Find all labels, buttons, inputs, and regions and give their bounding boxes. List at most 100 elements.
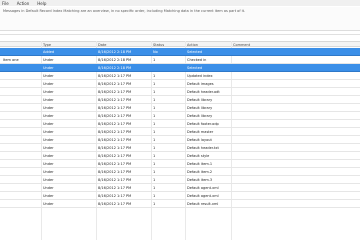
table-row[interactable]: Under 8/16/2012 1:17 PM 1 Default library xyxy=(0,112,360,120)
row-action-cell: Default result.xml xyxy=(187,202,219,206)
row-action-cell: Default item.3 xyxy=(187,178,213,182)
row-status-cell: 1 xyxy=(153,194,156,198)
row-action-cell: Default agent.xml xyxy=(187,186,219,190)
row-status-cell: 1 xyxy=(153,98,156,102)
row-date-cell: 8/16/2012 1:17 PM xyxy=(98,170,132,174)
row-status-cell: 1 xyxy=(153,186,156,190)
row-date-cell: 8/16/2012 1:17 PM xyxy=(98,154,132,158)
row-action-cell: Default style xyxy=(187,154,210,158)
row-type-cell: Under xyxy=(43,202,54,206)
row-action-cell: Default layout xyxy=(187,138,212,142)
row-action-cell: Default master xyxy=(187,130,214,134)
table-header: Type Date Status Action Comment xyxy=(0,41,360,47)
row-date-cell: 8/16/2012 1:17 PM xyxy=(98,194,132,198)
row-status-cell: 1 xyxy=(153,162,156,166)
table-row[interactable]: Under 8/16/2012 1:17 PM 1 Default item.3 xyxy=(0,176,360,184)
table-row[interactable]: Under 8/16/2012 1:17 PM 1 Default master xyxy=(0,128,360,136)
row-status-cell: 1 xyxy=(153,138,156,142)
row-action-cell: Default item.1 xyxy=(187,162,213,166)
row-type-cell: Under xyxy=(43,194,54,198)
row-type-cell: Under xyxy=(43,170,54,174)
row-date-cell: 8/16/2012 1:17 PM xyxy=(98,74,132,78)
row-name-cell: Item one xyxy=(3,58,19,62)
table-row[interactable]: Under 8/16/2012 1:17 PM 1 Default images xyxy=(0,80,360,88)
row-action-cell: Selected xyxy=(187,66,203,70)
row-type-cell: Under xyxy=(43,130,54,134)
row-type-cell: Under xyxy=(43,186,54,190)
row-date-cell: 8/16/2012 1:17 PM xyxy=(98,114,132,118)
table-row[interactable]: Under 8/16/2012 1:17 PM 1 Default footer.od… xyxy=(0,120,360,128)
table-row[interactable]: Under 8/16/2012 1:17 PM 1 Default header.tx… xyxy=(0,144,360,152)
row-action-cell: Default agent.xml xyxy=(187,194,219,198)
row-status-cell: 1 xyxy=(153,82,156,86)
column-header-date[interactable]: Date xyxy=(98,43,106,47)
row-status-cell: 1 xyxy=(153,178,156,182)
table-row[interactable]: Under 8/16/2012 1:17 PM 1 Default library xyxy=(0,104,360,112)
row-action-cell: Updated index xyxy=(187,74,213,78)
row-type-cell: Under xyxy=(43,74,54,78)
table-row[interactable]: Under 8/16/2012 2:18 PM Selected xyxy=(0,64,360,72)
row-action-cell: Default library xyxy=(187,114,213,118)
table-row[interactable]: Under 8/16/2012 1:17 PM 1 Default item.2 xyxy=(0,168,360,176)
row-type-cell: Under xyxy=(43,178,54,182)
row-status-cell: 1 xyxy=(153,58,156,62)
row-action-cell: Default item.2 xyxy=(187,170,213,174)
table-row[interactable]: Under 8/16/2012 1:17 PM 1 Default style xyxy=(0,152,360,160)
row-action-cell: Default header.odt xyxy=(187,90,220,94)
row-status-cell: 1 xyxy=(153,146,156,150)
table-row[interactable]: Under 8/16/2012 1:17 PM 1 Default agent.xml xyxy=(0,192,360,200)
row-type-cell: Under xyxy=(43,66,54,70)
row-status-cell: 1 xyxy=(153,170,156,174)
row-status-cell: 1 xyxy=(153,106,156,110)
table-row[interactable]: Added 8/16/2012 2:18 PM No Selected xyxy=(0,48,360,56)
row-date-cell: 8/16/2012 1:17 PM xyxy=(98,130,132,134)
row-action-cell: Checked in xyxy=(187,58,207,62)
info-message: Messages in Default Record Index Matchin… xyxy=(0,7,360,31)
row-type-cell: Under xyxy=(43,122,54,126)
row-type-cell: Under xyxy=(43,98,54,102)
row-date-cell: 8/16/2012 1:17 PM xyxy=(98,178,132,182)
row-status-cell: 1 xyxy=(153,202,156,206)
table-row[interactable]: Under 8/16/2012 1:17 PM 1 Default layout xyxy=(0,136,360,144)
row-date-cell: 8/16/2012 2:18 PM xyxy=(98,66,132,70)
menu-file[interactable]: File xyxy=(2,1,9,6)
row-date-cell: 8/16/2012 1:17 PM xyxy=(98,98,132,102)
row-date-cell: 8/16/2012 1:17 PM xyxy=(98,162,132,166)
column-header-type[interactable]: Type xyxy=(43,43,51,47)
row-status-cell: 1 xyxy=(153,114,156,118)
row-date-cell: 8/16/2012 2:18 PM xyxy=(98,50,132,54)
table-row[interactable]: Under 8/16/2012 1:17 PM 1 Default agent.xml xyxy=(0,184,360,192)
table-row[interactable]: Under 8/16/2012 1:17 PM 1 Default item.1 xyxy=(0,160,360,168)
row-type-cell: Under xyxy=(43,138,54,142)
table-row[interactable]: Under 8/16/2012 1:17 PM 1 Default library xyxy=(0,96,360,104)
row-type-cell: Under xyxy=(43,90,54,94)
table-row[interactable]: Under 8/16/2012 1:17 PM 1 Default header.od… xyxy=(0,88,360,96)
menu-help[interactable]: Help xyxy=(37,1,46,6)
table-row[interactable]: Item one Under 8/16/2012 2:18 PM 1 Checked i… xyxy=(0,56,360,64)
divider xyxy=(0,34,360,35)
menu-action[interactable]: Action xyxy=(17,1,30,6)
row-action-cell: Default images xyxy=(187,82,214,86)
row-action-cell: Selected xyxy=(187,50,203,54)
column-header-comment[interactable]: Comment xyxy=(233,43,250,47)
row-date-cell: 8/16/2012 1:17 PM xyxy=(98,122,132,126)
row-date-cell: 8/16/2012 2:18 PM xyxy=(98,58,132,62)
column-header-action[interactable]: Action xyxy=(187,43,198,47)
row-date-cell: 8/16/2012 1:17 PM xyxy=(98,202,132,206)
row-date-cell: 8/16/2012 1:17 PM xyxy=(98,90,132,94)
row-status-cell: 1 xyxy=(153,122,156,126)
row-type-cell: Under xyxy=(43,146,54,150)
row-type-cell: Under xyxy=(43,162,54,166)
row-date-cell: 8/16/2012 1:17 PM xyxy=(98,106,132,110)
table-row[interactable]: Under 8/16/2012 1:17 PM 1 Default result.xm… xyxy=(0,200,360,208)
row-date-cell: 8/16/2012 1:17 PM xyxy=(98,82,132,86)
row-type-cell: Under xyxy=(43,58,54,62)
column-header-status[interactable]: Status xyxy=(153,43,164,47)
row-status-cell: 1 xyxy=(153,90,156,94)
table-row[interactable]: Under 8/16/2012 1:17 PM 1 Updated index xyxy=(0,72,360,80)
row-status-cell: No xyxy=(153,50,158,54)
row-type-cell: Under xyxy=(43,114,54,118)
row-status-cell: 1 xyxy=(153,74,156,78)
row-action-cell: Default library xyxy=(187,98,213,102)
row-type-cell: Under xyxy=(43,82,54,86)
